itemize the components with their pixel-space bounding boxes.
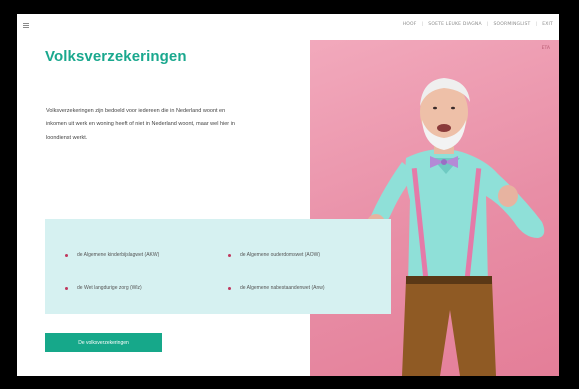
list-item: de Algemene nabestaandenwet (Anw): [228, 285, 325, 291]
insurance-list-card: de Algemene kinderbijslagwet (AKW) de Al…: [45, 219, 391, 314]
nav-item-home[interactable]: HOOF: [403, 22, 417, 27]
nav-separator: |: [421, 22, 424, 27]
top-navigation: HOOF | SOETE LEUKE DIAGNA | SOORMINGLIST…: [403, 22, 553, 27]
nav-item-diagnostics[interactable]: SOETE LEUKE DIAGNA: [428, 22, 481, 27]
list-item-label: de Algemene nabestaandenwet (Anw): [240, 285, 325, 291]
list-item: de Wet langdurige zorg (Wlz): [65, 285, 142, 291]
bullet-icon: [228, 286, 231, 290]
volksverzekeringen-button[interactable]: De volksverzekeringen: [45, 333, 162, 352]
nav-item-exit[interactable]: EXIT: [542, 22, 553, 27]
list-item-label: de Algemene ouderdomswet (AOW): [240, 252, 321, 258]
list-item: de Algemene kinderbijslagwet (AKW): [65, 252, 159, 258]
elderly-man-illustration: [366, 78, 545, 376]
list-item-label: de Algemene kinderbijslagwet (AKW): [77, 252, 160, 258]
top-bar: HOOF | SOETE LEUKE DIAGNA | SOORMINGLIST…: [17, 14, 559, 40]
list-item: de Algemene ouderdomswet (AOW): [228, 252, 320, 258]
page-title: Volksverzekeringen: [45, 48, 187, 65]
list-item-label: de Wet langdurige zorg (Wlz): [77, 285, 142, 291]
nav-separator: |: [535, 22, 538, 27]
hero-photo: ETA: [310, 40, 559, 376]
bullet-icon: [65, 286, 68, 290]
nav-separator: |: [486, 22, 489, 27]
bullet-icon: [65, 253, 68, 257]
hamburger-menu-icon[interactable]: [23, 23, 29, 28]
nav-item-list[interactable]: SOORMINGLIST: [493, 22, 530, 27]
intro-text: Volksverzekeringen zijn bedoeld voor ied…: [46, 107, 235, 141]
bullet-icon: [228, 253, 231, 257]
app-screen: HOOF | SOETE LEUKE DIAGNA | SOORMINGLIST…: [17, 14, 559, 376]
